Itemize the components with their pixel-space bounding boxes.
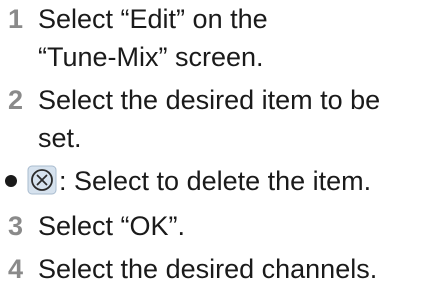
step-text: Select the desired item to be set. — [38, 85, 381, 153]
bullet-item: : Select to delete the item. — [0, 162, 371, 200]
step-2: 2 Select the desired item to be set. — [0, 81, 418, 157]
step-1: 1 Select “Edit” on the “Tune-Mix” screen… — [0, 0, 338, 76]
step-text: Select “OK”. — [38, 211, 186, 241]
step-4: 4 Select the desired channels. — [0, 250, 423, 288]
bullet-text: : Select to delete the item. — [59, 166, 372, 196]
step-number: 3 — [8, 211, 24, 241]
step-number: 4 — [8, 254, 24, 284]
step-number: 1 — [8, 4, 24, 34]
instruction-list: 1 Select “Edit” on the “Tune-Mix” screen… — [0, 0, 425, 301]
bullet-dot-icon — [5, 175, 17, 187]
delete-x-icon — [27, 165, 57, 195]
step-text: Select the desired channels. — [38, 254, 378, 284]
step-text: Select “Edit” on the “Tune-Mix” screen. — [38, 4, 268, 72]
step-number: 2 — [8, 85, 24, 115]
step-3: 3 Select “OK”. — [0, 207, 423, 245]
